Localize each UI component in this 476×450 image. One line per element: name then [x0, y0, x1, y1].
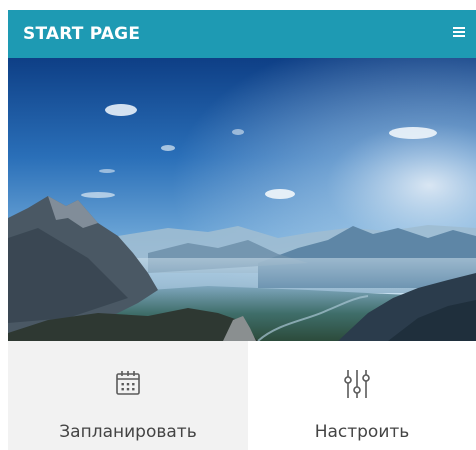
configure-label: Настроить: [314, 422, 410, 442]
hero-image: [8, 58, 476, 341]
schedule-label: Запланировать: [59, 422, 197, 442]
sliders-icon: [344, 370, 370, 398]
calendar-icon: [116, 371, 140, 395]
app-header: START PAGE: [8, 10, 476, 58]
configure-button[interactable]: Настроить: [248, 341, 476, 450]
schedule-button[interactable]: Запланировать: [8, 341, 248, 450]
page-title: START PAGE: [23, 24, 141, 44]
hamburger-menu-icon[interactable]: [450, 23, 468, 41]
quick-actions: Запланировать Настроить: [8, 341, 476, 450]
start-page: START PAGE Запланировать Настроить: [8, 10, 476, 450]
